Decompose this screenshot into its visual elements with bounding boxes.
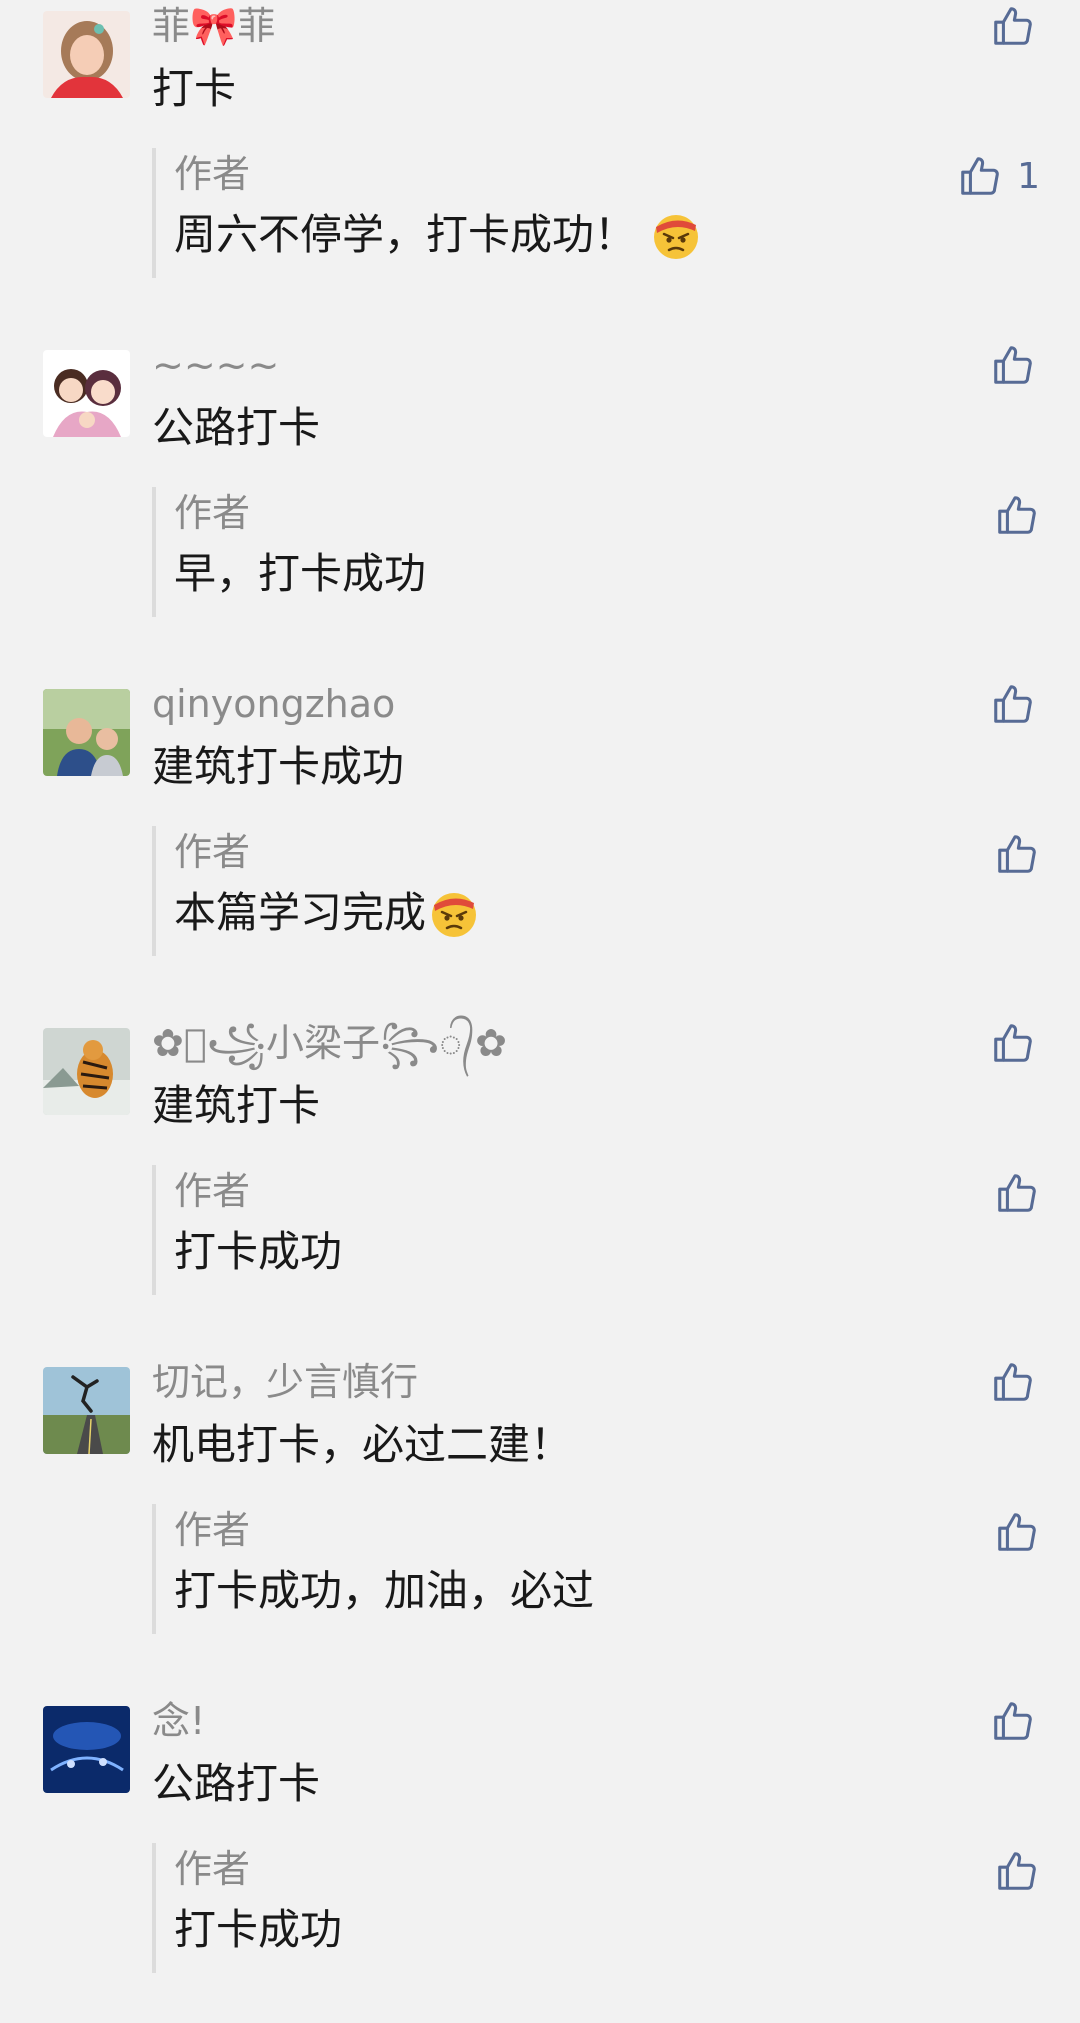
thumbs-up-icon bbox=[990, 1698, 1036, 1744]
reply-like-button[interactable] bbox=[994, 1508, 1040, 1556]
nickname[interactable]: ~~~~ bbox=[152, 339, 279, 391]
thumbs-up-icon bbox=[994, 1848, 1040, 1894]
nickname[interactable]: 菲🎀菲 bbox=[152, 0, 275, 52]
nickname[interactable]: ✿᭄꧁小梁子꧂᭄✿ bbox=[152, 1017, 507, 1069]
thumbs-up-icon bbox=[957, 153, 1003, 199]
reply-author: 作者 bbox=[174, 152, 251, 196]
reply-text: 打卡成功 bbox=[174, 1901, 342, 1959]
reply-text: 本篇学习完成 bbox=[174, 884, 480, 942]
comment-text: 机电打卡，必过二建！ bbox=[152, 1420, 573, 1469]
comment-text: 建筑打卡成功 bbox=[152, 742, 405, 791]
thumbs-up-icon bbox=[990, 681, 1036, 727]
avatar[interactable] bbox=[43, 689, 130, 776]
author-reply: 作者 本篇学习完成 bbox=[152, 826, 1040, 956]
comment-text: 公路打卡 bbox=[152, 1759, 321, 1808]
thumbs-up-icon bbox=[990, 1359, 1036, 1405]
thumbs-up-icon bbox=[990, 3, 1036, 49]
avatar[interactable] bbox=[43, 11, 130, 98]
thumbs-up-icon bbox=[994, 1509, 1040, 1555]
reply-text-content: 打卡成功 bbox=[174, 1905, 343, 1954]
like-button[interactable] bbox=[990, 680, 1036, 728]
reply-text-content: 打卡成功 bbox=[174, 1227, 343, 1276]
reply-like-button[interactable] bbox=[994, 1169, 1040, 1217]
reply-text-content: 本篇学习完成 bbox=[174, 888, 427, 937]
reply-like-button[interactable] bbox=[994, 1847, 1040, 1895]
avatar[interactable] bbox=[43, 1028, 130, 1115]
author-reply: 作者 打卡成功，加油，必过 bbox=[152, 1504, 1040, 1634]
thumbs-up-icon bbox=[990, 1020, 1036, 1066]
avatar[interactable] bbox=[43, 1367, 130, 1454]
reply-text: 打卡成功 bbox=[174, 1223, 342, 1281]
nickname[interactable]: qinyongzhao bbox=[152, 678, 395, 730]
reply-author: 作者 bbox=[174, 830, 251, 874]
like-count: 1 bbox=[1017, 155, 1040, 197]
reply-author: 作者 bbox=[174, 491, 251, 535]
reply-author: 作者 bbox=[174, 1169, 251, 1213]
reply-like-button[interactable]: 1 bbox=[957, 152, 1040, 200]
avatar[interactable] bbox=[43, 350, 130, 437]
author-reply: 作者 打卡成功 bbox=[152, 1843, 1040, 1973]
reply-author: 作者 bbox=[174, 1508, 251, 1552]
author-reply: 作者 周六不停学，打卡成功！ 1 bbox=[152, 148, 1040, 278]
comment-text: 打卡 bbox=[152, 64, 237, 113]
like-button[interactable] bbox=[990, 2, 1036, 50]
nickname[interactable]: 念! bbox=[152, 1695, 205, 1747]
comment-text: 公路打卡 bbox=[152, 403, 321, 452]
avatar[interactable] bbox=[43, 1706, 130, 1793]
comment-text: 建筑打卡 bbox=[152, 1081, 321, 1130]
reply-text: 周六不停学，打卡成功！ bbox=[174, 206, 702, 264]
reply-text: 打卡成功，加油，必过 bbox=[174, 1562, 594, 1620]
thumbs-up-icon bbox=[990, 342, 1036, 388]
nickname[interactable]: 切记，少言慎行 bbox=[152, 1356, 418, 1408]
reply-text-content: 打卡成功，加油，必过 bbox=[174, 1566, 595, 1615]
like-button[interactable] bbox=[990, 1358, 1036, 1406]
like-button[interactable] bbox=[990, 1697, 1036, 1745]
reply-text-content: 早，打卡成功 bbox=[174, 549, 427, 598]
thumbs-up-icon bbox=[994, 831, 1040, 877]
like-button[interactable] bbox=[990, 341, 1036, 389]
reply-author: 作者 bbox=[174, 1847, 251, 1891]
reply-text: 早，打卡成功 bbox=[174, 545, 426, 603]
angry-ninja-emoji bbox=[650, 209, 702, 261]
thumbs-up-icon bbox=[994, 492, 1040, 538]
author-reply: 作者 早，打卡成功 bbox=[152, 487, 1040, 617]
reply-like-button[interactable] bbox=[994, 491, 1040, 539]
reply-text-content: 周六不停学，打卡成功！ bbox=[174, 210, 637, 259]
reply-like-button[interactable] bbox=[994, 830, 1040, 878]
author-reply: 作者 打卡成功 bbox=[152, 1165, 1040, 1295]
angry-ninja-emoji bbox=[428, 887, 480, 939]
thumbs-up-icon bbox=[994, 1170, 1040, 1216]
like-button[interactable] bbox=[990, 1019, 1036, 1067]
